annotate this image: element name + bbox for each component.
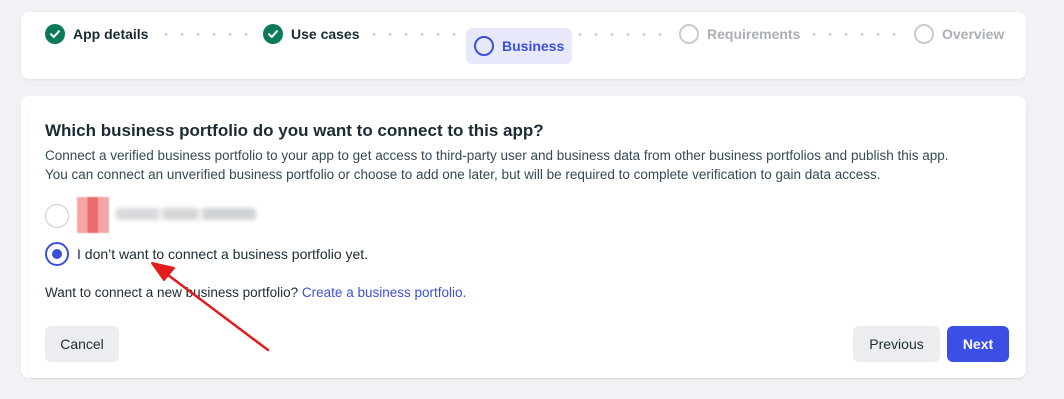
check-circle-icon [45,24,65,44]
step-label: Overview [942,26,1005,42]
pending-step-circle-icon [914,24,934,44]
description-line: Connect a verified business portfolio to… [45,148,949,163]
step-requirements[interactable]: Requirements [679,16,800,52]
step-label: Requirements [707,26,801,42]
step-connector [366,33,462,36]
step-label: Business [502,38,565,54]
no-portfolio-label[interactable]: I don’t want to connect a business portf… [77,246,368,262]
step-label: App details [73,26,149,42]
page-description: Connect a verified business portfolio to… [45,146,1005,184]
step-connector [158,33,258,36]
current-step-circle-icon [474,36,494,56]
connect-portfolio-prompt: Want to connect a new business portfolio… [45,285,466,300]
portfolio-radio[interactable] [45,204,69,228]
pending-step-circle-icon [679,24,699,44]
step-use-cases[interactable]: Use cases [263,16,360,52]
cancel-button[interactable]: Cancel [45,326,119,362]
step-connector [806,33,906,36]
page-title: Which business portfolio do you want to … [45,121,544,140]
next-button[interactable]: Next [947,326,1009,362]
redacted-portfolio-name [116,208,256,220]
step-business[interactable]: Business [466,28,573,64]
check-circle-icon [263,24,283,44]
description-line: You can connect an unverified business p… [45,167,881,182]
step-connector [572,33,672,36]
connect-prompt-text: Want to connect a new business portfolio… [45,285,299,300]
no-portfolio-radio[interactable] [45,242,69,266]
step-label: Use cases [291,26,360,42]
previous-button[interactable]: Previous [853,326,940,362]
portfolio-avatar [77,197,109,233]
create-portfolio-link[interactable]: Create a business portfolio. [302,285,466,300]
step-app-details[interactable]: App details [45,16,148,52]
step-overview[interactable]: Overview [914,16,1004,52]
